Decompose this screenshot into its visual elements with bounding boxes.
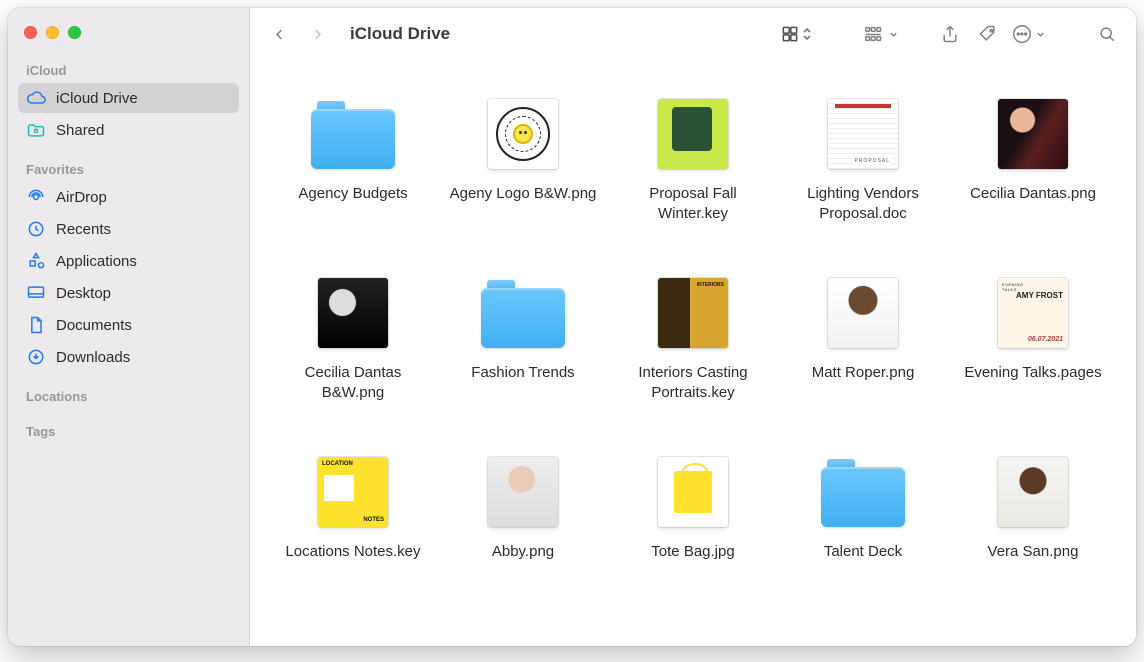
file-thumbnail <box>998 99 1068 169</box>
file-thumbnail <box>658 457 728 527</box>
file-label: Locations Notes.key <box>285 542 420 562</box>
file-label: Fashion Trends <box>471 363 574 383</box>
toolbar: iCloud Drive <box>250 8 1136 60</box>
sidebar-item-label: Downloads <box>56 349 130 366</box>
file-label: Proposal Fall Winter.key <box>613 184 773 223</box>
file-item[interactable]: Cecilia Dantas B&W.png <box>268 271 438 402</box>
window-controls <box>18 20 239 57</box>
close-button[interactable] <box>24 26 37 39</box>
folder-icon <box>481 278 565 348</box>
airdrop-icon <box>26 187 46 207</box>
folder-icon <box>821 457 905 527</box>
file-thumbnail <box>318 457 388 527</box>
file-thumbnail: AMY FROST06.07.2021 <box>998 278 1068 348</box>
file-label: Tote Bag.jpg <box>651 542 734 562</box>
file-item[interactable]: Cecilia Dantas.png <box>948 92 1118 223</box>
search-button[interactable] <box>1092 20 1122 48</box>
file-label: Agency Budgets <box>298 184 407 204</box>
sidebar-item-label: iCloud Drive <box>56 90 138 107</box>
file-item[interactable]: Vera San.png <box>948 450 1118 562</box>
file-item[interactable]: Agency Budgets <box>268 92 438 223</box>
sidebar-item-desktop[interactable]: Desktop <box>18 278 239 308</box>
file-thumbnail <box>828 278 898 348</box>
sidebar-item-airdrop[interactable]: AirDrop <box>18 182 239 212</box>
window-title: iCloud Drive <box>350 24 450 44</box>
chevron-updown-icon <box>802 27 812 41</box>
file-item[interactable]: Tote Bag.jpg <box>608 450 778 562</box>
file-label: Cecilia Dantas B&W.png <box>273 363 433 402</box>
file-label: Abby.png <box>492 542 554 562</box>
download-icon <box>26 347 46 367</box>
tags-button[interactable] <box>973 20 1003 48</box>
group-icon <box>864 24 886 44</box>
sidebar-item-label: Shared <box>56 122 104 139</box>
cloud-icon <box>26 88 46 108</box>
file-item[interactable]: Interiors Casting Portraits.key <box>608 271 778 402</box>
sidebar-item-applications[interactable]: Applications <box>18 246 239 276</box>
file-grid-area: Agency Budgets Ageny Logo B&W.png Propos… <box>250 60 1136 646</box>
more-actions-button[interactable] <box>1011 23 1046 45</box>
section-tags-label: Tags <box>18 418 239 443</box>
section-icloud-label: iCloud <box>18 57 239 82</box>
file-item[interactable]: Abby.png <box>438 450 608 562</box>
file-label: Ageny Logo B&W.png <box>450 184 597 204</box>
file-thumbnail <box>488 457 558 527</box>
back-button[interactable] <box>264 20 294 48</box>
file-thumbnail <box>828 99 898 169</box>
grid-icon <box>780 24 800 44</box>
sidebar-item-shared[interactable]: Shared <box>18 115 239 145</box>
chevron-down-icon <box>1035 29 1046 40</box>
file-thumbnail <box>488 99 558 169</box>
section-locations-label: Locations <box>18 383 239 408</box>
file-item[interactable]: Talent Deck <box>778 450 948 562</box>
chevron-down-icon <box>888 29 899 40</box>
sidebar-item-icloud-drive[interactable]: iCloud Drive <box>18 83 239 113</box>
sidebar-item-recents[interactable]: Recents <box>18 214 239 244</box>
file-item[interactable]: Locations Notes.key <box>268 450 438 562</box>
finder-window: iCloud iCloud Drive Shared Favorites Air… <box>8 8 1136 646</box>
file-thumbnail <box>658 99 728 169</box>
file-item[interactable]: Lighting Vendors Proposal.doc <box>778 92 948 223</box>
file-item[interactable]: Ageny Logo B&W.png <box>438 92 608 223</box>
sidebar-item-label: Documents <box>56 317 132 334</box>
forward-button[interactable] <box>302 20 332 48</box>
file-thumbnail <box>318 278 388 348</box>
share-button[interactable] <box>935 20 965 48</box>
folder-icon <box>311 99 395 169</box>
file-label: Cecilia Dantas.png <box>970 184 1096 204</box>
file-item[interactable]: Proposal Fall Winter.key <box>608 92 778 223</box>
file-label: Interiors Casting Portraits.key <box>613 363 773 402</box>
minimize-button[interactable] <box>46 26 59 39</box>
main-pane: iCloud Drive <box>250 8 1136 646</box>
document-icon <box>26 315 46 335</box>
file-label: Talent Deck <box>824 542 902 562</box>
section-favorites-label: Favorites <box>18 156 239 181</box>
view-mode-control[interactable] <box>780 24 812 44</box>
group-by-control[interactable] <box>864 24 899 44</box>
clock-icon <box>26 219 46 239</box>
sidebar-item-downloads[interactable]: Downloads <box>18 342 239 372</box>
desktop-icon <box>26 283 46 303</box>
file-thumbnail <box>658 278 728 348</box>
sidebar: iCloud iCloud Drive Shared Favorites Air… <box>8 8 250 646</box>
file-label: Vera San.png <box>988 542 1079 562</box>
file-item[interactable]: AMY FROST06.07.2021 Evening Talks.pages <box>948 271 1118 402</box>
sidebar-item-label: Applications <box>56 253 137 270</box>
file-item[interactable]: Fashion Trends <box>438 271 608 402</box>
apps-icon <box>26 251 46 271</box>
sidebar-item-label: Desktop <box>56 285 111 302</box>
fullscreen-button[interactable] <box>68 26 81 39</box>
shared-folder-icon <box>26 120 46 140</box>
file-label: Matt Roper.png <box>812 363 915 383</box>
sidebar-item-label: AirDrop <box>56 189 107 206</box>
ellipsis-circle-icon <box>1011 23 1033 45</box>
file-label: Evening Talks.pages <box>964 363 1101 383</box>
file-label: Lighting Vendors Proposal.doc <box>783 184 943 223</box>
sidebar-item-label: Recents <box>56 221 111 238</box>
sidebar-item-documents[interactable]: Documents <box>18 310 239 340</box>
file-item[interactable]: Matt Roper.png <box>778 271 948 402</box>
file-thumbnail <box>998 457 1068 527</box>
